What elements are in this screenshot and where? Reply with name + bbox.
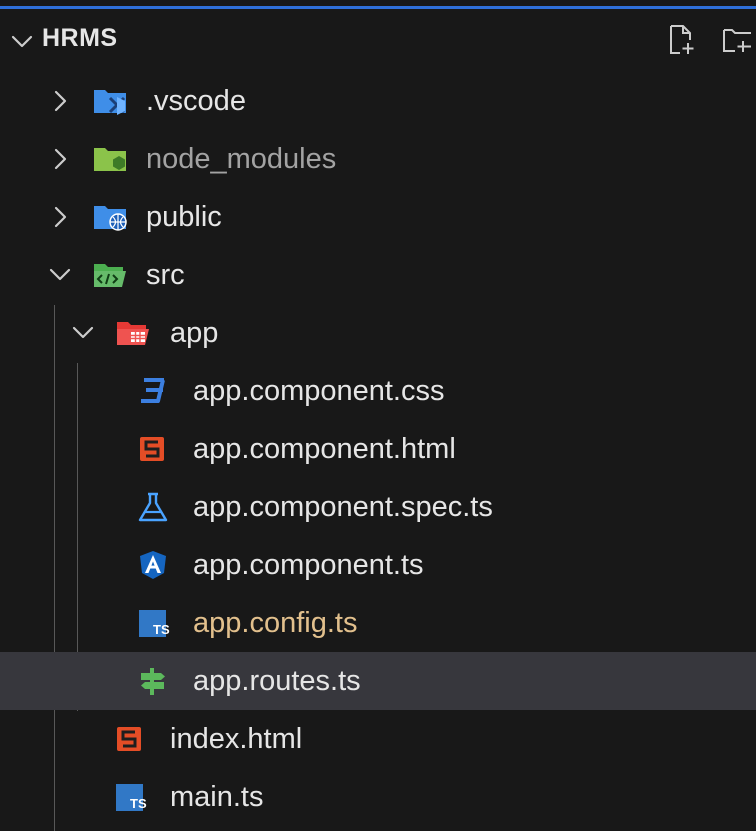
routes-icon [141,668,165,695]
new-folder-icon [723,29,751,52]
tree-item-node-modules[interactable]: node_modules [0,130,756,188]
test-flask-icon [138,492,168,522]
file-explorer: HRMS .vscode node_modules public src app… [0,0,756,831]
tree-item-label: app.component.html [193,433,456,465]
html-icon [140,437,164,461]
workspace-title: HRMS [42,24,118,52]
tree-item-app-component-ts[interactable]: app.component.ts [0,536,756,594]
tree-item-label: public [146,201,222,233]
tree-item-label: src [146,259,185,291]
tree-item-app-component-css[interactable]: app.component.css [0,362,756,420]
focus-indicator [0,6,756,9]
tree-item-label: app.component.css [193,375,445,407]
vscode-folder-icon [94,90,126,115]
html-icon [117,727,141,751]
angular-icon [140,551,166,579]
tree-item-label: app.component.ts [193,549,424,581]
tree-item-app-component-spec-ts[interactable]: app.component.spec.ts [0,478,756,536]
tree-item-label: app.config.ts [193,607,358,639]
typescript-icon: TS [139,610,170,637]
app-folder-icon [117,322,149,345]
tree-item-label: app [170,317,219,349]
tree-item-label: app.component.spec.ts [193,491,493,523]
typescript-icon: TS [116,784,147,811]
chevron-down-icon[interactable] [44,259,76,291]
tree-item-label: index.html [170,723,303,755]
node-folder-icon [94,148,126,171]
tree-item-src[interactable]: src [0,246,756,304]
tree-item-label: node_modules [146,143,337,175]
tree-item-vscode[interactable]: .vscode [0,72,756,130]
tree-item-label: main.ts [170,781,264,813]
public-folder-icon [94,206,127,231]
tree-item-main-ts[interactable]: TS main.ts [0,768,756,826]
chevron-right-icon[interactable] [44,143,76,175]
tree-item-label: .vscode [146,85,246,117]
chevron-down-icon[interactable] [67,317,99,349]
new-file-button[interactable] [662,20,702,60]
tree-item-label: app.routes.ts [193,665,361,697]
tree-item-app-routes-ts[interactable]: app.routes.ts [0,652,756,710]
svg-text:TS: TS [153,622,170,637]
tree-item-app-config-ts[interactable]: TS app.config.ts [0,594,756,652]
new-file-icon [670,25,694,54]
tree-item-app-component-html[interactable]: app.component.html [0,420,756,478]
tree-item-index-html[interactable]: index.html [0,710,756,768]
src-folder-icon [94,264,126,287]
chevron-right-icon[interactable] [44,201,76,233]
explorer-header[interactable]: HRMS [0,10,756,72]
new-folder-button[interactable] [716,20,756,60]
chevron-down-icon[interactable] [6,26,38,58]
svg-text:TS: TS [130,796,147,811]
tree-item-app[interactable]: app [0,304,756,362]
css-icon [141,378,165,403]
chevron-right-icon[interactable] [44,85,76,117]
explorer-actions [662,20,756,60]
tree-item-public[interactable]: public [0,188,756,246]
